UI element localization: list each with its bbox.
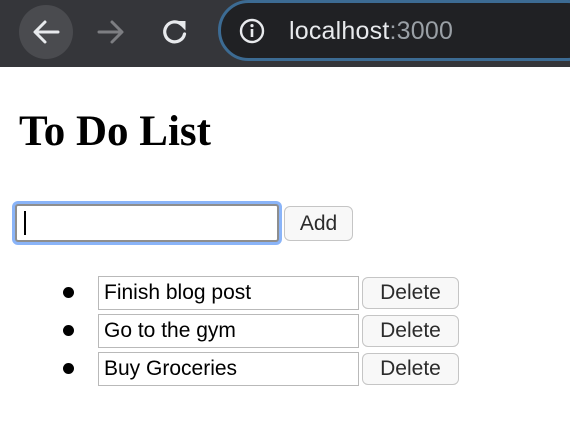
todo-text-input[interactable] xyxy=(98,276,359,310)
todo-text-input[interactable] xyxy=(98,314,359,348)
todo-item: Delete xyxy=(0,312,570,348)
bullet-icon xyxy=(63,325,74,336)
text-cursor xyxy=(24,211,26,235)
arrow-right-icon xyxy=(97,20,124,44)
page-title: To Do List xyxy=(19,108,211,155)
url-host: localhost xyxy=(289,17,390,45)
reload-icon xyxy=(163,20,187,44)
add-button[interactable]: Add xyxy=(284,206,353,241)
reload-button[interactable] xyxy=(148,5,202,59)
delete-button[interactable]: Delete xyxy=(362,315,459,347)
bullet-icon xyxy=(63,287,74,298)
delete-button[interactable]: Delete xyxy=(362,277,459,309)
url-port: :3000 xyxy=(389,17,454,45)
todo-item: Delete xyxy=(0,350,570,386)
todo-item: Delete xyxy=(0,274,570,310)
browser-toolbar: localhost:3000 xyxy=(0,0,570,67)
todo-text-input[interactable] xyxy=(98,352,359,386)
new-todo-input[interactable] xyxy=(15,204,279,242)
delete-button[interactable]: Delete xyxy=(362,353,459,385)
info-icon[interactable] xyxy=(239,18,265,44)
back-button[interactable] xyxy=(19,5,73,59)
forward-button[interactable] xyxy=(84,5,138,59)
bullet-icon xyxy=(63,363,74,374)
address-bar[interactable]: localhost:3000 xyxy=(218,0,570,61)
url-text: localhost:3000 xyxy=(289,17,453,46)
arrow-left-icon xyxy=(33,20,60,44)
